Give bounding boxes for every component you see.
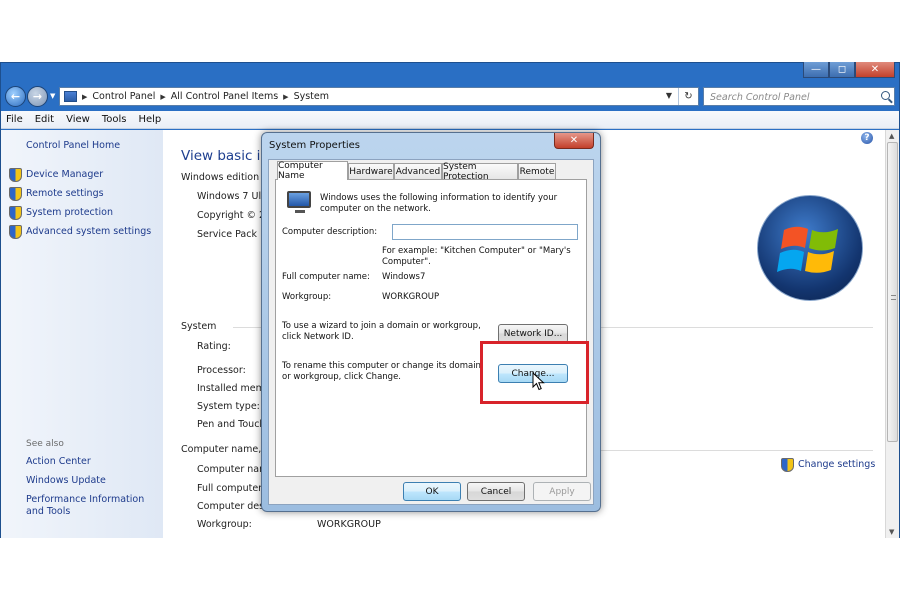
menu-bar: File Edit View Tools Help [1,111,899,129]
control-panel-icon [64,91,77,102]
tab-computer-name[interactable]: Computer Name [277,161,348,181]
shield-icon [9,168,22,182]
scroll-thumb[interactable] [887,142,898,442]
example-text: For example: "Kitchen Computer" or "Mary… [382,246,571,267]
shield-icon [781,458,794,472]
menu-tools[interactable]: Tools [102,114,127,125]
copyright-row: Copyright © 20 [197,210,272,221]
processor-row: Processor: [197,365,246,376]
rename-text: To rename this computer or change its do… [282,361,481,382]
windows-update-link[interactable]: Windows Update [26,475,106,486]
caption-buttons: — ◻ ✕ [803,62,895,78]
breadcrumb-control-panel[interactable]: Control Panel [92,91,155,102]
computer-name-row: Computer nam [197,464,269,475]
remote-settings-link[interactable]: Remote settings [9,187,104,201]
task-label: Device Manager [26,168,104,180]
computer-name-panel: Windows uses the following information t… [275,179,587,477]
full-name-value: Windows7 [382,272,426,282]
network-id-text: To use a wizard to join a domain or work… [282,321,481,342]
help-icon[interactable]: ? [861,132,873,144]
see-also-label: See also [26,439,64,449]
description-label: Computer description: [282,227,378,237]
back-arrow-icon: ← [10,90,21,103]
breadcrumb-chevron-icon[interactable]: ▶ [160,93,165,101]
search-icon[interactable] [881,91,890,100]
scroll-up-icon[interactable]: ▲ [889,132,894,140]
intro-text: Windows uses the following information t… [320,193,558,214]
shield-icon [9,187,22,201]
refresh-icon[interactable]: ↻ [678,88,698,105]
scroll-down-icon[interactable]: ▼ [889,528,894,536]
menu-view[interactable]: View [66,114,90,125]
system-header: System [181,321,217,332]
service-pack-row: Service Pack 1 [197,229,267,240]
full-name-label: Full computer name: [282,272,370,282]
system-protection-link[interactable]: System protection [9,206,113,220]
address-dropdown-icon[interactable]: ▼ [666,91,672,100]
menu-help[interactable]: Help [138,114,161,125]
left-pane: Control Panel Home Device Manager Remote… [1,130,163,538]
forward-arrow-icon: → [32,90,43,103]
dialog-title: System Properties [269,140,361,151]
breadcrumb-chevron-icon[interactable]: ▶ [82,93,87,101]
rating-row: Rating: [197,341,231,352]
breadcrumb-chevron-icon[interactable]: ▶ [283,93,288,101]
tab-hardware[interactable]: Hardware [348,163,394,179]
shield-icon [9,225,22,239]
edition-row: Windows 7 Ulti [197,191,268,202]
tab-advanced[interactable]: Advanced [394,163,442,179]
tab-remote[interactable]: Remote [518,163,556,179]
workgroup-value: WORKGROUP [382,292,440,302]
advanced-system-settings-link[interactable]: Advanced system settings [9,225,152,239]
dialog-close-button[interactable]: ✕ [554,133,594,149]
maximize-button[interactable]: ◻ [829,62,855,78]
system-type-row: System type: [197,401,260,412]
windows-logo [757,195,863,301]
breadcrumb-all-items[interactable]: All Control Panel Items [171,91,278,102]
workgroup-label: Workgroup: [282,292,332,302]
action-center-link[interactable]: Action Center [26,456,91,467]
grip-icon [891,295,896,300]
change-settings-link[interactable]: Change settings [781,458,876,472]
computer-name-header: Computer name, d [181,444,271,455]
task-label: Remote settings [26,187,104,199]
windows-edition-header: Windows edition [181,172,260,183]
task-label: System protection [26,206,113,218]
menu-file[interactable]: File [6,114,23,125]
navigation-bar: ← → ▼ ▶ Control Panel ▶ All Control Pane… [1,85,899,107]
memory-row: Installed memo [197,383,271,394]
breadcrumb-system[interactable]: System [294,91,329,102]
search-input[interactable] [708,89,873,105]
control-panel-home-link[interactable]: Control Panel Home [26,140,120,151]
full-computer-name-row: Full computer n [197,483,272,494]
computer-description-row: Computer desc [197,501,270,512]
performance-information-link[interactable]: Performance Information and Tools [26,494,158,518]
close-button[interactable]: ✕ [855,62,895,78]
task-label: Advanced system settings [26,225,152,237]
minimize-button[interactable]: — [803,62,829,78]
change-settings-label: Change settings [798,458,876,470]
vertical-scrollbar[interactable]: ▲ ▼ [885,130,899,538]
workgroup-value: WORKGROUP [317,519,381,530]
computer-icon [287,191,311,213]
cancel-button[interactable]: Cancel [467,482,525,501]
menu-edit[interactable]: Edit [35,114,54,125]
back-button[interactable]: ← [5,86,26,107]
computer-description-input[interactable] [392,224,578,240]
recent-pages-dropdown[interactable]: ▼ [50,92,55,100]
workgroup-row: Workgroup: [197,519,252,530]
device-manager-link[interactable]: Device Manager [9,168,104,182]
shield-icon [9,206,22,220]
dialog-body: Computer Name Hardware Advanced System P… [268,159,594,505]
system-properties-dialog: System Properties ✕ Computer Name Hardwa… [261,132,601,512]
tab-system-protection[interactable]: System Protection [442,162,518,182]
forward-button[interactable]: → [27,86,48,107]
address-bar[interactable]: ▶ Control Panel ▶ All Control Panel Item… [59,87,699,106]
ok-button[interactable]: OK [403,482,461,501]
search-box [703,87,895,106]
apply-button[interactable]: Apply [533,482,591,501]
pen-touch-row: Pen and Touch [197,419,266,430]
